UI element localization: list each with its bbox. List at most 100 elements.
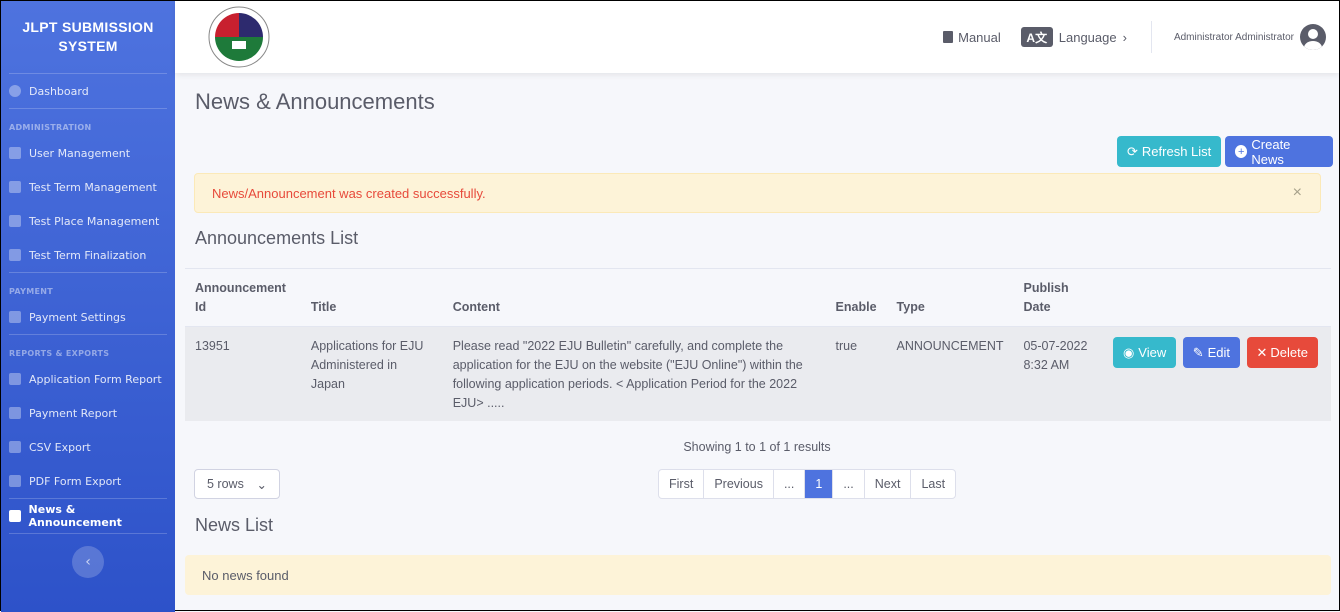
sidebar-item-pdf-form-export[interactable]: PDF Form Export	[1, 464, 175, 498]
user-edit-icon	[9, 147, 21, 159]
cell-content: Please read "2022 EJU Bulletin" carefull…	[442, 326, 826, 421]
delete-button[interactable]: ✕ Delete	[1246, 337, 1318, 368]
sidebar: JLPT SUBMISSION SYSTEM Dashboard ADMINIS…	[1, 1, 175, 612]
results-summary: Showing 1 to 1 of 1 results	[683, 440, 831, 454]
manual-link[interactable]: Manual	[943, 30, 1001, 45]
no-news-message: No news found	[185, 555, 1331, 595]
sidebar-item-test-term-finalization[interactable]: Test Term Finalization	[1, 238, 175, 272]
label: Dashboard	[29, 84, 89, 98]
close-icon[interactable]: ×	[1293, 184, 1302, 202]
page-ellipsis[interactable]: ...	[774, 470, 806, 498]
cell-type: ANNOUNCEMENT	[886, 326, 1014, 421]
page-title: News & Announcements	[195, 89, 435, 114]
language-label: Language	[1058, 29, 1117, 45]
topbar: Manual A文 Language › Administrator Adminis…	[175, 1, 1339, 73]
sidebar-item-test-place-management[interactable]: Test Place Management	[1, 204, 175, 238]
column-header: Announcement Id	[185, 268, 301, 327]
chevron-down-icon: ⌄	[256, 477, 267, 492]
label: Create News	[1251, 136, 1291, 167]
file-pdf-icon	[9, 475, 21, 487]
label: View	[1138, 345, 1167, 360]
sync-icon: ⟳	[1127, 143, 1138, 159]
newspaper-icon	[9, 510, 21, 522]
cell-date: 05-07-2022 8:32 AM	[1013, 326, 1103, 421]
table-row: 13951 Applications for EJU Administered …	[185, 326, 1331, 421]
divider	[1150, 21, 1152, 53]
label: Delete	[1270, 345, 1308, 360]
id-card-icon	[9, 249, 21, 261]
announcements-heading: Announcements List	[195, 228, 359, 248]
main-content: News & Announcements ⟳ Refresh List + Crea…	[175, 73, 1339, 610]
cell-enable: true	[825, 326, 887, 421]
rows-per-page-select[interactable]: 5 rows ⌄	[194, 469, 280, 499]
times-icon: ✕	[1256, 345, 1268, 360]
label: News & Announcement	[28, 503, 122, 529]
sidebar-item-user-management[interactable]: User Management	[1, 136, 175, 170]
page-previous[interactable]: Previous	[704, 470, 774, 498]
table-header: Announcement Id Title Content Enable Typ…	[185, 268, 1331, 327]
dashboard-icon	[9, 85, 21, 97]
organization-logo	[208, 6, 270, 68]
pagination: First Previous ... 1 ... Next Last	[658, 469, 957, 499]
chevron-right-icon: ›	[1122, 29, 1127, 45]
label: Payment Settings	[29, 310, 126, 324]
sidebar-item-payment-report[interactable]: Payment Report	[1, 396, 175, 430]
label: Test Term Management	[29, 180, 157, 194]
file-icon	[9, 373, 21, 385]
file-invoice-icon	[9, 407, 21, 419]
sidebar-item-dashboard[interactable]: Dashboard	[1, 74, 175, 108]
announcements-table: Announcement Id Title Content Enable Typ…	[185, 268, 1331, 421]
label: Test Term Finalization	[29, 248, 147, 262]
column-header: Type	[886, 268, 1014, 327]
label: User Management	[29, 146, 131, 160]
user-name[interactable]: Administrator Administrator	[1174, 32, 1294, 43]
divider	[9, 533, 167, 534]
cell-actions: ◉ View ✎ Edit ✕ Delete	[1102, 326, 1331, 421]
refresh-list-button[interactable]: ⟳ Refresh List	[1117, 136, 1222, 167]
create-news-button[interactable]: + Create News	[1225, 136, 1333, 167]
pen-icon: ✎	[1192, 345, 1204, 360]
view-button[interactable]: ◉ View	[1112, 337, 1177, 368]
book-icon	[943, 31, 954, 43]
page-first[interactable]: First	[659, 470, 705, 498]
brand[interactable]: JLPT SUBMISSION SYSTEM	[1, 1, 175, 73]
sidebar-item-news-announcement[interactable]: News & Announcement	[1, 499, 175, 533]
select-value: 5 rows	[207, 477, 244, 491]
sidebar-item-csv-export[interactable]: CSV Export	[1, 430, 175, 464]
column-header: Content	[442, 268, 826, 327]
page-last[interactable]: Last	[911, 470, 955, 498]
column-header: Enable	[825, 268, 887, 327]
section-heading: ADMINISTRATION	[9, 123, 92, 132]
sidebar-item-payment-settings[interactable]: Payment Settings	[1, 300, 175, 334]
sidebar-toggle-button[interactable]: ‹	[72, 546, 104, 578]
avatar-icon[interactable]	[1300, 24, 1326, 50]
translate-icon: A文	[1020, 27, 1053, 47]
cell-title: Applications for EJU Administered in Jap…	[300, 326, 443, 421]
plus-circle-icon: +	[1235, 145, 1248, 158]
label: Refresh List	[1141, 144, 1212, 159]
alert-message: News/Announcement was created successful…	[212, 185, 486, 201]
edit-button[interactable]: ✎ Edit	[1182, 337, 1241, 368]
building-icon	[9, 215, 21, 227]
label: Edit	[1207, 345, 1231, 360]
column-header: Title	[300, 268, 443, 327]
sidebar-item-application-form-report[interactable]: Application Form Report	[1, 362, 175, 396]
paper-plane-icon	[9, 181, 21, 193]
label: PDF Form Export	[29, 474, 122, 488]
news-heading: News List	[195, 515, 274, 535]
language-dropdown[interactable]: A文 Language ›	[1020, 27, 1127, 47]
money-icon	[9, 311, 21, 323]
label: Payment Report	[29, 406, 118, 420]
success-alert: News/Announcement was created successful…	[194, 173, 1321, 213]
manual-label: Manual	[958, 29, 1001, 45]
page-next[interactable]: Next	[865, 470, 912, 498]
section-heading: REPORTS & EXPORTS	[9, 349, 110, 358]
file-csv-icon	[9, 441, 21, 453]
sidebar-item-test-term-management[interactable]: Test Term Management	[1, 170, 175, 204]
cell-id: 13951	[185, 326, 301, 421]
page-ellipsis[interactable]: ...	[833, 470, 865, 498]
section-heading: PAYMENT	[9, 287, 54, 296]
page-current[interactable]: 1	[805, 470, 834, 498]
label: CSV Export	[29, 440, 91, 454]
eye-icon: ◉	[1122, 345, 1135, 360]
